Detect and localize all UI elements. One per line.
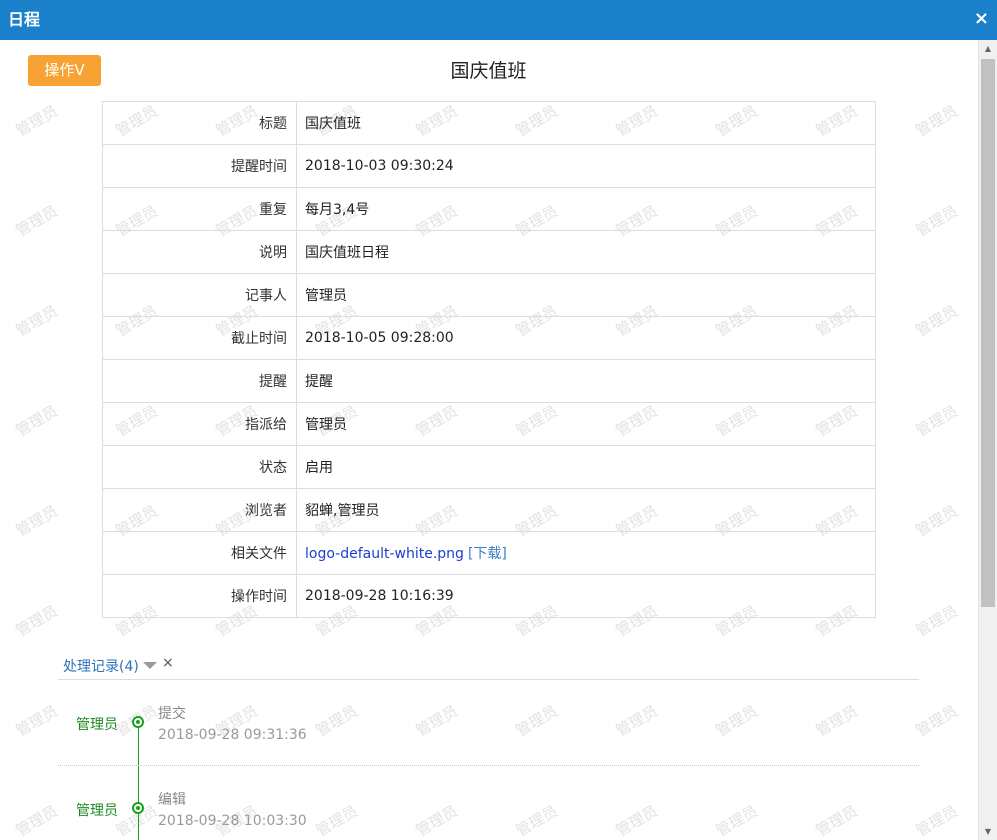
field-label: 重复 (102, 187, 297, 231)
table-row: 状态 启用 (102, 445, 876, 489)
record-user: 管理员 (76, 717, 118, 733)
caret-down-icon[interactable] (143, 662, 157, 669)
window-title: 日程 (8, 10, 41, 29)
close-icon[interactable]: × (974, 0, 989, 38)
field-value: 管理员 (296, 402, 876, 446)
scroll-down-icon[interactable]: ▼ (979, 823, 997, 840)
watermark-text: 管理员 (512, 701, 561, 740)
field-label: 提醒时间 (102, 144, 297, 188)
table-row: 截止时间 2018-10-05 09:28:00 (102, 316, 876, 360)
field-label: 状态 (102, 445, 297, 489)
table-row: 重复 每月3,4号 (102, 187, 876, 231)
field-label: 标题 (102, 101, 297, 145)
records-toggle[interactable]: 处理记录(4) (63, 656, 139, 676)
watermark-text: 管理员 (12, 301, 61, 340)
records-close-icon[interactable]: × (162, 655, 174, 671)
field-label: 说明 (102, 230, 297, 274)
watermark-text: 管理员 (612, 801, 661, 840)
window-titlebar: 日程 × (0, 0, 997, 40)
status-value: 启用 (296, 445, 876, 489)
table-row: 记事人 管理员 (102, 273, 876, 317)
watermark-text: 管理员 (12, 401, 61, 440)
watermark-text: 管理员 (912, 501, 961, 540)
detail-table: 标题 国庆值班 提醒时间 2018-10-03 09:30:24 重复 每月3,… (102, 101, 876, 618)
scroll-up-icon[interactable]: ▲ (979, 40, 997, 57)
watermark-text: 管理员 (312, 801, 361, 840)
table-row: 标题 国庆值班 (102, 101, 876, 145)
field-value: 貂蝉,管理员 (296, 488, 876, 532)
watermark-text: 管理员 (412, 801, 461, 840)
watermark-text: 管理员 (312, 701, 361, 740)
table-row: 说明 国庆值班日程 (102, 230, 876, 274)
record-action: 编辑 (158, 792, 186, 808)
record-divider (58, 765, 919, 766)
file-cell: logo-default-white.png [下载] (296, 531, 876, 575)
watermark-text: 管理员 (912, 801, 961, 840)
table-row: 相关文件 logo-default-white.png [下载] (102, 531, 876, 575)
vertical-scrollbar[interactable]: ▲ ▼ (978, 40, 997, 840)
table-row: 浏览者 貂蝉,管理员 (102, 488, 876, 532)
watermark-text: 管理员 (12, 701, 61, 740)
file-link[interactable]: logo-default-white.png (305, 546, 464, 562)
table-row: 指派给 管理员 (102, 402, 876, 446)
field-value: 管理员 (296, 273, 876, 317)
watermark-text: 管理员 (712, 801, 761, 840)
field-value: 2018-10-05 09:28:00 (296, 316, 876, 360)
record-time: 2018-09-28 10:03:30 (158, 813, 307, 829)
watermark-text: 管理员 (412, 701, 461, 740)
field-label: 截止时间 (102, 316, 297, 360)
table-row: 提醒时间 2018-10-03 09:30:24 (102, 144, 876, 188)
field-value: 每月3,4号 (296, 187, 876, 231)
watermark-text: 管理员 (512, 801, 561, 840)
watermark-text: 管理员 (12, 201, 61, 240)
field-value: 2018-10-03 09:30:24 (296, 144, 876, 188)
records-header: 处理记录(4) × (58, 652, 919, 680)
watermark-text: 管理员 (912, 201, 961, 240)
watermark-text: 管理员 (812, 701, 861, 740)
operation-button[interactable]: 操作V (28, 55, 101, 86)
watermark-text: 管理员 (912, 401, 961, 440)
watermark-text: 管理员 (812, 801, 861, 840)
field-label: 相关文件 (102, 531, 297, 575)
watermark-text: 管理员 (912, 101, 961, 140)
timeline-dot (132, 802, 144, 814)
watermark-text: 管理员 (12, 501, 61, 540)
watermark-text: 管理员 (712, 701, 761, 740)
page-title: 国庆值班 (450, 60, 527, 82)
table-row: 提醒 提醒 (102, 359, 876, 403)
timeline-dot (132, 716, 144, 728)
field-label: 操作时间 (102, 574, 297, 618)
watermark-text: 管理员 (12, 801, 61, 840)
watermark-text: 管理员 (12, 601, 61, 640)
record-action: 提交 (158, 706, 186, 722)
watermark-text: 管理员 (912, 701, 961, 740)
download-link[interactable]: [下载] (468, 546, 507, 562)
watermark-text: 管理员 (912, 601, 961, 640)
field-value: 2018-09-28 10:16:39 (296, 574, 876, 618)
watermark-text: 管理员 (912, 301, 961, 340)
content-area: 管理员 管理员 管理员 管理员 管理员 管理员 管理员 管理员 管理员 管理员 管理员 管理员 管理员管… (0, 40, 978, 840)
table-row: 操作时间 2018-09-28 10:16:39 (102, 574, 876, 618)
scrollbar-thumb[interactable] (981, 59, 995, 607)
watermark-text: 管理员 (12, 101, 61, 140)
record-user: 管理员 (76, 803, 118, 819)
field-label: 指派给 (102, 402, 297, 446)
field-value: 提醒 (296, 359, 876, 403)
timeline-line (138, 720, 139, 840)
field-label: 提醒 (102, 359, 297, 403)
field-label: 浏览者 (102, 488, 297, 532)
field-label: 记事人 (102, 273, 297, 317)
watermark-text: 管理员 (612, 701, 661, 740)
record-time: 2018-09-28 09:31:36 (158, 727, 307, 743)
field-value: 国庆值班日程 (296, 230, 876, 274)
field-value: 国庆值班 (296, 101, 876, 145)
